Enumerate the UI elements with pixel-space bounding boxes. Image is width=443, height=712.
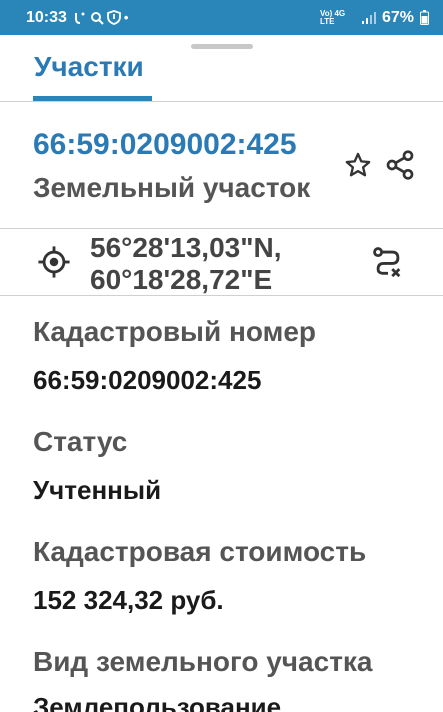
battery-icon xyxy=(420,10,429,25)
coordinates[interactable]: 56°28'13,03"N, 60°18'28,72"E xyxy=(90,232,330,296)
object-type: Земельный участок xyxy=(33,172,311,203)
header-divider xyxy=(0,228,443,229)
battery-percent: 67% xyxy=(381,8,414,26)
status-left: 10:33 • xyxy=(26,9,128,27)
search-icon xyxy=(90,11,104,25)
route-button[interactable] xyxy=(370,244,406,280)
field-label-land-type: Вид земельного участка xyxy=(33,646,373,677)
notification-icons: • xyxy=(73,10,129,25)
wifi-call-icon xyxy=(74,12,85,24)
tab-parcels[interactable]: Участки xyxy=(34,51,144,83)
sheet-drag-handle[interactable] xyxy=(191,44,253,49)
field-value-status: Учтенный xyxy=(33,475,162,505)
locate-icon xyxy=(38,246,70,278)
tab-divider xyxy=(0,101,443,102)
favorite-button[interactable] xyxy=(342,148,374,182)
status-bar: 10:33 • Vo) 4G LTE 67% xyxy=(0,0,443,35)
clock: 10:33 xyxy=(26,8,67,26)
network-indicator: Vo) 4G LTE xyxy=(319,8,346,26)
field-label-status: Статус xyxy=(33,426,128,457)
route-remove-icon xyxy=(373,247,401,278)
star-icon xyxy=(345,152,371,177)
locate-button[interactable] xyxy=(36,244,72,280)
share-icon xyxy=(386,150,414,180)
coordinates-lat: 56°28'13,03"N, xyxy=(90,232,282,263)
dot-icon: • xyxy=(123,10,129,25)
share-button[interactable] xyxy=(382,147,418,183)
field-value-land-type: Землепользование xyxy=(33,692,282,712)
field-label-cadastral-value: Кадастровая стоимость xyxy=(33,536,367,567)
field-label-cadastral-number: Кадастровый номер xyxy=(33,316,316,347)
field-value-cadastral-value: 152 324,32 руб. xyxy=(33,585,224,615)
signal-icon xyxy=(361,11,376,24)
cadastral-number-title: 66:59:0209002:425 xyxy=(33,128,297,161)
field-value-cadastral-number: 66:59:0209002:425 xyxy=(33,365,262,395)
status-right: Vo) 4G LTE 67% xyxy=(320,9,429,27)
shield-icon xyxy=(107,10,121,25)
coords-divider xyxy=(0,295,443,296)
coordinates-lon: 60°18'28,72"E xyxy=(90,264,273,295)
